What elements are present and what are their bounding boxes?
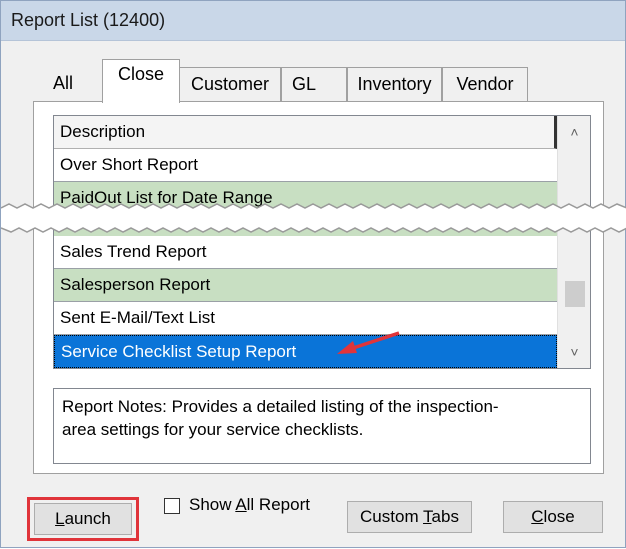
annotation-arrow-icon: [337, 331, 400, 354]
report-list-window: Report List (12400) All Close Customer G…: [0, 0, 626, 548]
